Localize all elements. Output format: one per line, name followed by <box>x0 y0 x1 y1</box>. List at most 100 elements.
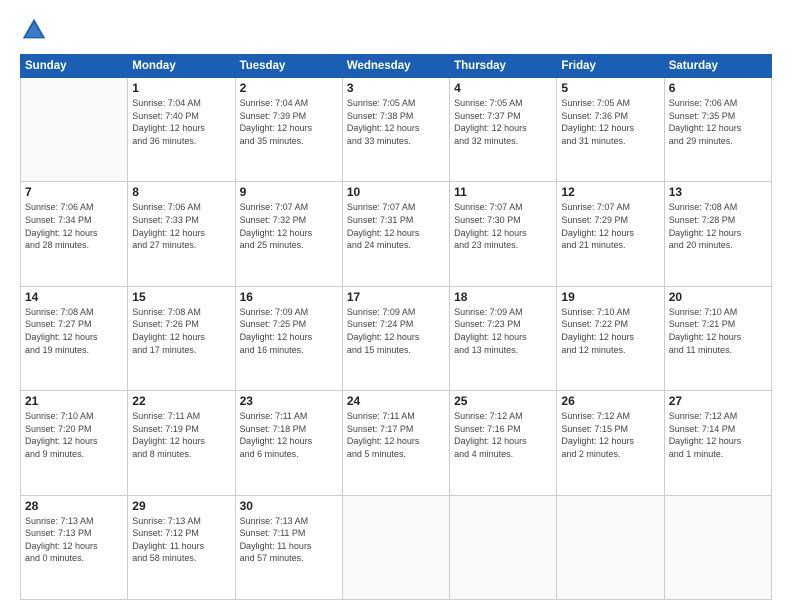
week-row-4: 28Sunrise: 7:13 AM Sunset: 7:13 PM Dayli… <box>21 495 772 599</box>
day-number: 30 <box>240 499 338 513</box>
day-number: 24 <box>347 394 445 408</box>
day-number: 16 <box>240 290 338 304</box>
day-number: 23 <box>240 394 338 408</box>
calendar-cell: 11 Sunrise: 7:07 AM Sunset: 7:30 PM Dayli… <box>450 182 557 286</box>
calendar-cell: 20 Sunrise: 7:10 AM Sunset: 7:21 PM Dayli… <box>664 286 771 390</box>
day-number: 14 <box>25 290 123 304</box>
calendar-cell: 29 Sunrise: 7:13 AM Sunset: 7:12 PM Dayli… <box>128 495 235 599</box>
day-info: Sunrise: 7:07 AM Sunset: 7:30 PM Dayligh… <box>454 201 552 251</box>
calendar-cell: 19 Sunrise: 7:10 AM Sunset: 7:22 PM Dayli… <box>557 286 664 390</box>
day-number: 25 <box>454 394 552 408</box>
calendar-cell: 22Sunrise: 7:11 AM Sunset: 7:19 PM Dayli… <box>128 391 235 495</box>
weekday-header-wednesday: Wednesday <box>342 55 449 78</box>
day-number: 20 <box>669 290 767 304</box>
day-info: Sunrise: 7:08 AM Sunset: 7:27 PM Dayligh… <box>25 306 123 356</box>
day-info: Sunrise: 7:04 AM Sunset: 7:40 PM Dayligh… <box>132 97 230 147</box>
day-number: 1 <box>132 81 230 95</box>
calendar-cell <box>21 78 128 182</box>
day-info: Sunrise: 7:12 AM Sunset: 7:15 PM Dayligh… <box>561 410 659 460</box>
calendar-cell <box>664 495 771 599</box>
day-info: Sunrise: 7:12 AM Sunset: 7:16 PM Dayligh… <box>454 410 552 460</box>
week-row-3: 21 Sunrise: 7:10 AM Sunset: 7:20 PM Dayli… <box>21 391 772 495</box>
day-number: 7 <box>25 185 123 199</box>
day-info: Sunrise: 7:05 AM Sunset: 7:36 PM Dayligh… <box>561 97 659 147</box>
day-info: Sunrise: 7:11 AM Sunset: 7:19 PM Dayligh… <box>132 410 230 460</box>
calendar-cell: 17 Sunrise: 7:09 AM Sunset: 7:24 PM Dayli… <box>342 286 449 390</box>
day-info: Sunrise: 7:05 AM Sunset: 7:38 PM Dayligh… <box>347 97 445 147</box>
day-number: 6 <box>669 81 767 95</box>
calendar-cell: 30Sunrise: 7:13 AM Sunset: 7:11 PM Dayli… <box>235 495 342 599</box>
weekday-header-sunday: Sunday <box>21 55 128 78</box>
day-number: 4 <box>454 81 552 95</box>
calendar-cell: 13 Sunrise: 7:08 AM Sunset: 7:28 PM Dayli… <box>664 182 771 286</box>
calendar-table: SundayMondayTuesdayWednesdayThursdayFrid… <box>20 54 772 600</box>
calendar-cell: 28Sunrise: 7:13 AM Sunset: 7:13 PM Dayli… <box>21 495 128 599</box>
day-number: 13 <box>669 185 767 199</box>
logo <box>20 16 52 44</box>
calendar-cell: 1 Sunrise: 7:04 AM Sunset: 7:40 PM Daylig… <box>128 78 235 182</box>
day-number: 12 <box>561 185 659 199</box>
day-info: Sunrise: 7:04 AM Sunset: 7:39 PM Dayligh… <box>240 97 338 147</box>
day-info: Sunrise: 7:06 AM Sunset: 7:34 PM Dayligh… <box>25 201 123 251</box>
day-info: Sunrise: 7:06 AM Sunset: 7:35 PM Dayligh… <box>669 97 767 147</box>
day-info: Sunrise: 7:09 AM Sunset: 7:24 PM Dayligh… <box>347 306 445 356</box>
day-info: Sunrise: 7:07 AM Sunset: 7:29 PM Dayligh… <box>561 201 659 251</box>
day-info: Sunrise: 7:09 AM Sunset: 7:23 PM Dayligh… <box>454 306 552 356</box>
day-number: 8 <box>132 185 230 199</box>
day-info: Sunrise: 7:07 AM Sunset: 7:31 PM Dayligh… <box>347 201 445 251</box>
calendar-cell: 26 Sunrise: 7:12 AM Sunset: 7:15 PM Dayli… <box>557 391 664 495</box>
calendar-cell: 6 Sunrise: 7:06 AM Sunset: 7:35 PM Daylig… <box>664 78 771 182</box>
calendar-cell: 24 Sunrise: 7:11 AM Sunset: 7:17 PM Dayli… <box>342 391 449 495</box>
day-number: 9 <box>240 185 338 199</box>
day-info: Sunrise: 7:05 AM Sunset: 7:37 PM Dayligh… <box>454 97 552 147</box>
day-number: 26 <box>561 394 659 408</box>
calendar-cell: 3 Sunrise: 7:05 AM Sunset: 7:38 PM Daylig… <box>342 78 449 182</box>
calendar-cell: 14 Sunrise: 7:08 AM Sunset: 7:27 PM Dayli… <box>21 286 128 390</box>
logo-icon <box>20 16 48 44</box>
day-info: Sunrise: 7:13 AM Sunset: 7:13 PM Dayligh… <box>25 515 123 565</box>
weekday-header-tuesday: Tuesday <box>235 55 342 78</box>
day-info: Sunrise: 7:13 AM Sunset: 7:12 PM Dayligh… <box>132 515 230 565</box>
day-number: 21 <box>25 394 123 408</box>
calendar-cell: 21 Sunrise: 7:10 AM Sunset: 7:20 PM Dayli… <box>21 391 128 495</box>
calendar-cell <box>557 495 664 599</box>
calendar-cell: 5 Sunrise: 7:05 AM Sunset: 7:36 PM Daylig… <box>557 78 664 182</box>
day-number: 19 <box>561 290 659 304</box>
calendar-cell <box>342 495 449 599</box>
day-info: Sunrise: 7:09 AM Sunset: 7:25 PM Dayligh… <box>240 306 338 356</box>
calendar-cell: 15 Sunrise: 7:08 AM Sunset: 7:26 PM Dayli… <box>128 286 235 390</box>
week-row-1: 7 Sunrise: 7:06 AM Sunset: 7:34 PM Daylig… <box>21 182 772 286</box>
calendar-cell: 2 Sunrise: 7:04 AM Sunset: 7:39 PM Daylig… <box>235 78 342 182</box>
calendar-cell: 4 Sunrise: 7:05 AM Sunset: 7:37 PM Daylig… <box>450 78 557 182</box>
day-number: 29 <box>132 499 230 513</box>
weekday-header-saturday: Saturday <box>664 55 771 78</box>
calendar-cell: 9 Sunrise: 7:07 AM Sunset: 7:32 PM Daylig… <box>235 182 342 286</box>
day-info: Sunrise: 7:11 AM Sunset: 7:17 PM Dayligh… <box>347 410 445 460</box>
calendar-cell: 12 Sunrise: 7:07 AM Sunset: 7:29 PM Dayli… <box>557 182 664 286</box>
day-info: Sunrise: 7:10 AM Sunset: 7:20 PM Dayligh… <box>25 410 123 460</box>
calendar-cell: 23 Sunrise: 7:11 AM Sunset: 7:18 PM Dayli… <box>235 391 342 495</box>
day-number: 27 <box>669 394 767 408</box>
day-number: 11 <box>454 185 552 199</box>
day-info: Sunrise: 7:08 AM Sunset: 7:26 PM Dayligh… <box>132 306 230 356</box>
day-number: 3 <box>347 81 445 95</box>
calendar-cell <box>450 495 557 599</box>
week-row-0: 1 Sunrise: 7:04 AM Sunset: 7:40 PM Daylig… <box>21 78 772 182</box>
day-number: 18 <box>454 290 552 304</box>
day-number: 2 <box>240 81 338 95</box>
day-info: Sunrise: 7:10 AM Sunset: 7:22 PM Dayligh… <box>561 306 659 356</box>
calendar-cell: 7 Sunrise: 7:06 AM Sunset: 7:34 PM Daylig… <box>21 182 128 286</box>
day-info: Sunrise: 7:11 AM Sunset: 7:18 PM Dayligh… <box>240 410 338 460</box>
day-info: Sunrise: 7:07 AM Sunset: 7:32 PM Dayligh… <box>240 201 338 251</box>
day-number: 17 <box>347 290 445 304</box>
day-number: 15 <box>132 290 230 304</box>
weekday-header-row: SundayMondayTuesdayWednesdayThursdayFrid… <box>21 55 772 78</box>
day-info: Sunrise: 7:12 AM Sunset: 7:14 PM Dayligh… <box>669 410 767 460</box>
weekday-header-monday: Monday <box>128 55 235 78</box>
calendar-cell: 8Sunrise: 7:06 AM Sunset: 7:33 PM Daylig… <box>128 182 235 286</box>
day-info: Sunrise: 7:10 AM Sunset: 7:21 PM Dayligh… <box>669 306 767 356</box>
calendar-cell: 27 Sunrise: 7:12 AM Sunset: 7:14 PM Dayli… <box>664 391 771 495</box>
calendar-cell: 25 Sunrise: 7:12 AM Sunset: 7:16 PM Dayli… <box>450 391 557 495</box>
day-number: 5 <box>561 81 659 95</box>
day-info: Sunrise: 7:08 AM Sunset: 7:28 PM Dayligh… <box>669 201 767 251</box>
